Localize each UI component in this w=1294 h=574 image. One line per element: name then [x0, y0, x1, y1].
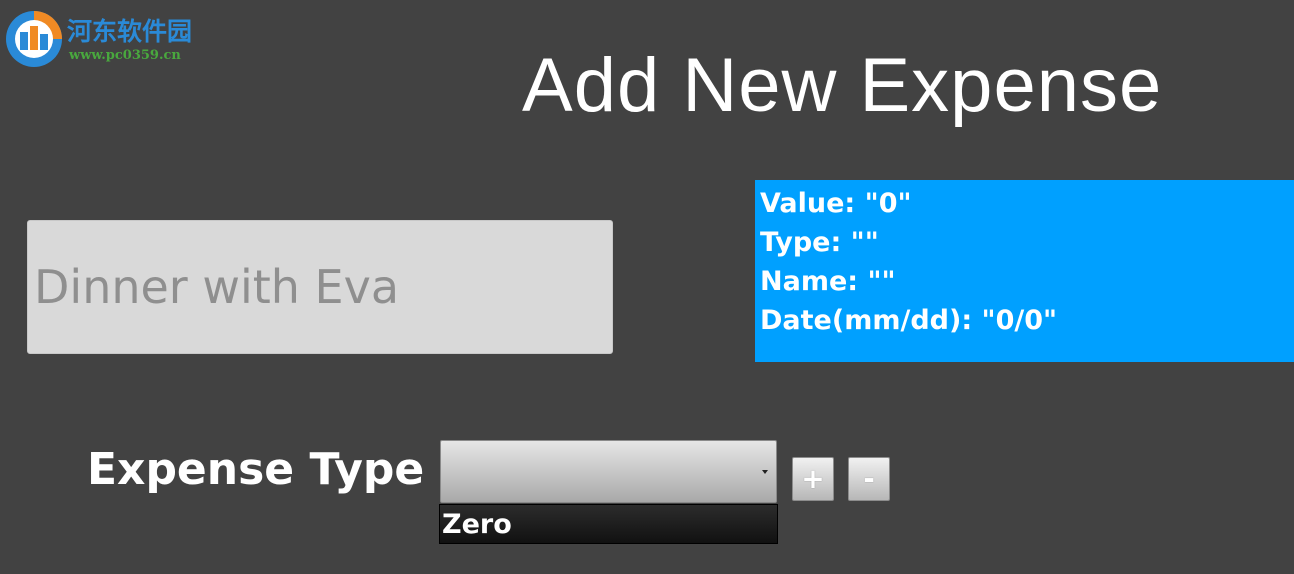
watermark-url: www.pc0359.cn — [69, 48, 181, 63]
add-type-button[interactable]: + — [792, 457, 834, 501]
watermark-logo: 河东软件园 www.pc0359.cn — [5, 10, 205, 70]
watermark-title: 河东软件园 — [67, 17, 193, 46]
expense-name-input[interactable] — [27, 220, 613, 354]
dropdown-option-zero[interactable]: Zero — [442, 507, 512, 543]
page-title: Add New Expense — [522, 43, 1163, 128]
logo-mark-icon — [6, 11, 62, 67]
expense-info-panel: Value: "0" Type: "" Name: "" Date(mm/dd)… — [755, 180, 1294, 362]
info-value-line: Value: "0" — [760, 188, 912, 219]
info-date-line: Date(mm/dd): "0/0" — [760, 305, 1058, 336]
info-type-line: Type: "" — [760, 227, 879, 258]
expense-type-label: Expense Type — [87, 444, 425, 495]
chevron-down-icon — [762, 470, 768, 474]
expense-type-dropdown-list: Zero — [439, 504, 778, 544]
expense-type-select[interactable] — [440, 440, 777, 503]
remove-type-button[interactable]: - — [848, 457, 890, 501]
info-name-line: Name: "" — [760, 266, 896, 297]
